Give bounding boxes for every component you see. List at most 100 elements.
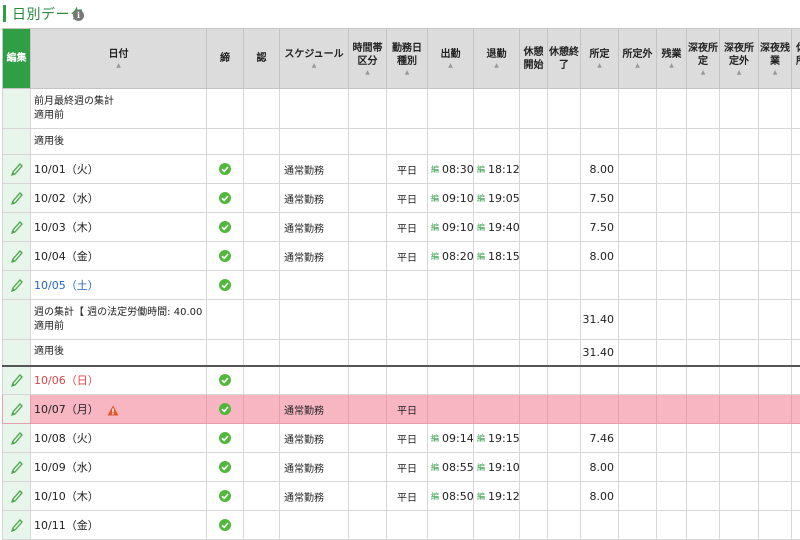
empty-cell (548, 300, 581, 340)
empty-cell (657, 366, 687, 395)
col-overtime[interactable]: 残業▲ (657, 29, 687, 89)
pencil-icon[interactable] (10, 402, 23, 417)
col-holiday-regular[interactable]: 休日所定▲ (792, 29, 800, 89)
empty-cell (720, 482, 759, 511)
edit-cell[interactable] (3, 271, 31, 300)
regular-cell (581, 271, 619, 300)
empty-cell (520, 511, 548, 540)
pencil-icon[interactable] (10, 278, 23, 293)
edit-cell[interactable] (3, 242, 31, 271)
sort-icon[interactable]: ▲ (657, 63, 686, 69)
col-night-regular[interactable]: 深夜所定▲ (687, 29, 720, 89)
date-cell: 10/07（月） (31, 395, 207, 424)
empty-cell (759, 213, 792, 242)
clock-out-cell: 編19:40 (474, 213, 520, 242)
sort-icon[interactable]: ▲ (280, 63, 348, 69)
empty-cell (687, 271, 720, 300)
empty-cell (520, 395, 548, 424)
approve-cell (244, 453, 280, 482)
col-in[interactable]: 出勤▲ (428, 29, 474, 89)
sort-icon[interactable]: ▲ (619, 63, 656, 69)
edit-cell[interactable] (3, 453, 31, 482)
col-non-regular[interactable]: 所定外▲ (619, 29, 657, 89)
regular-cell: 7.50 (581, 184, 619, 213)
clock-out-cell: 編19:10 (474, 453, 520, 482)
empty-cell (520, 89, 548, 129)
col-worktype[interactable]: 勤務日種別▲ (387, 29, 428, 89)
empty-cell (520, 300, 548, 340)
edit-cell[interactable] (3, 424, 31, 453)
empty-cell (619, 482, 657, 511)
timeslot-cell (349, 242, 387, 271)
pencil-icon[interactable] (10, 489, 23, 504)
edit-cell[interactable] (3, 213, 31, 242)
pencil-icon[interactable] (10, 373, 23, 388)
empty-cell (619, 184, 657, 213)
sort-icon[interactable]: ▲ (31, 63, 206, 69)
pencil-icon[interactable] (10, 220, 23, 235)
edit-cell[interactable] (3, 155, 31, 184)
sort-icon[interactable]: ▲ (720, 70, 758, 76)
schedule-cell: 通常勤務 (280, 213, 349, 242)
col-date[interactable]: 日付▲ (31, 29, 207, 89)
col-night-non-regular[interactable]: 深夜所定外▲ (720, 29, 759, 89)
worktype-cell: 平日 (387, 242, 428, 271)
sort-icon[interactable]: ▲ (474, 63, 519, 69)
edit-cell (3, 300, 31, 340)
approve-cell (244, 395, 280, 424)
sort-icon[interactable]: ▲ (687, 70, 719, 76)
empty-cell (520, 184, 548, 213)
col-schedule[interactable]: スケジュール▲ (280, 29, 349, 89)
pencil-icon[interactable] (10, 431, 23, 446)
sort-icon[interactable]: ▲ (349, 70, 386, 76)
empty-cell (520, 213, 548, 242)
empty-cell (720, 155, 759, 184)
col-timeslot[interactable]: 時間帯区分▲ (349, 29, 387, 89)
edit-cell[interactable] (3, 184, 31, 213)
pencil-icon[interactable] (10, 460, 23, 475)
schedule-cell (280, 511, 349, 540)
edit-mark-icon: 編 (431, 164, 439, 175)
empty-cell (474, 129, 520, 155)
regular-cell: 8.00 (581, 482, 619, 511)
empty-cell (244, 129, 280, 155)
empty-cell (657, 453, 687, 482)
sort-icon[interactable]: ▲ (387, 70, 427, 76)
empty-cell (720, 271, 759, 300)
edit-cell[interactable] (3, 366, 31, 395)
edit-cell[interactable] (3, 482, 31, 511)
edit-cell (3, 340, 31, 366)
sort-icon[interactable]: ▲ (428, 63, 473, 69)
date-cell: 10/10（木） (31, 482, 207, 511)
col-out[interactable]: 退勤▲ (474, 29, 520, 89)
col-regular[interactable]: 所定▲ (581, 29, 619, 89)
sort-icon[interactable]: ▲ (759, 70, 791, 76)
clock-in-cell: 編08:30 (428, 155, 474, 184)
edit-cell[interactable] (3, 511, 31, 540)
close-cell (207, 511, 244, 540)
close-cell (207, 482, 244, 511)
empty-cell (720, 511, 759, 540)
empty-cell (244, 340, 280, 366)
empty-cell (720, 89, 759, 129)
clock-in-cell: 編09:10 (428, 184, 474, 213)
pencil-icon[interactable] (10, 249, 23, 264)
summary-row-before: 前月最終週の集計適用前 (3, 89, 800, 129)
date-cell: 10/04（金） (31, 242, 207, 271)
empty-cell (581, 89, 619, 129)
empty-cell (687, 482, 720, 511)
sort-icon[interactable]: ▲ (581, 63, 618, 69)
empty-cell (657, 129, 687, 155)
pencil-icon[interactable] (10, 191, 23, 206)
pencil-icon[interactable] (10, 518, 23, 533)
warning-icon[interactable] (107, 405, 119, 416)
worktype-cell: 平日 (387, 184, 428, 213)
col-night-overtime[interactable]: 深夜残業▲ (759, 29, 792, 89)
sort-icon[interactable]: ▲ (792, 70, 800, 76)
empty-cell (548, 271, 581, 300)
pencil-icon[interactable] (10, 162, 23, 177)
empty-cell (759, 155, 792, 184)
edit-cell[interactable] (3, 395, 31, 424)
info-icon[interactable]: i (73, 10, 84, 21)
approve-cell (244, 213, 280, 242)
